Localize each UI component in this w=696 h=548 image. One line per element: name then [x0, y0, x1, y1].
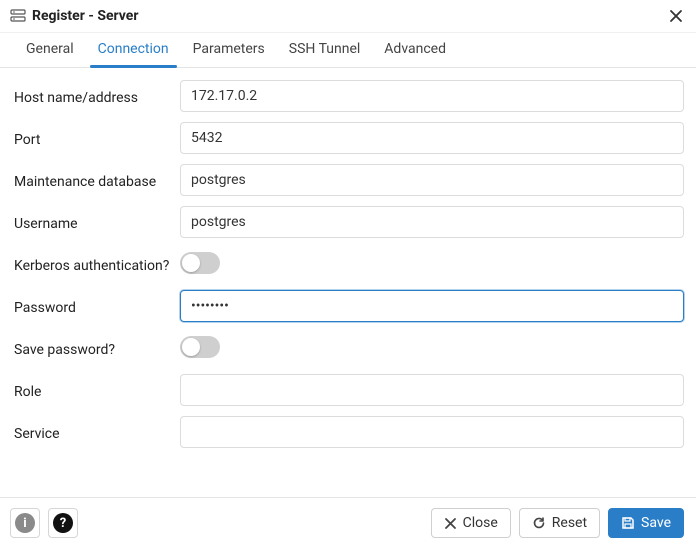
save-icon: [621, 516, 635, 530]
maintenance-db-label: Maintenance database: [14, 164, 180, 192]
dialog-titlebar: Register - Server: [0, 0, 696, 33]
service-label: Service: [14, 416, 180, 444]
server-icon: [10, 8, 26, 24]
question-icon: ?: [53, 513, 73, 533]
port-input[interactable]: [180, 122, 684, 154]
password-label: Password: [14, 290, 180, 318]
reset-icon: [532, 516, 546, 530]
x-icon: [444, 517, 457, 530]
tab-ssh-tunnel[interactable]: SSH Tunnel: [277, 33, 373, 67]
port-label: Port: [14, 122, 180, 150]
close-icon[interactable]: [666, 6, 686, 26]
dialog-footer: i ? Close Reset Save: [0, 497, 696, 548]
save-button[interactable]: Save: [608, 508, 684, 538]
reset-button-label: Reset: [552, 515, 587, 531]
form-body: Host name/address Port Maintenance datab…: [0, 68, 696, 497]
help-button[interactable]: ?: [48, 508, 78, 538]
close-button[interactable]: Close: [431, 508, 511, 538]
role-label: Role: [14, 374, 180, 402]
service-input[interactable]: [180, 416, 684, 448]
maintenance-db-input[interactable]: [180, 164, 684, 196]
info-icon: i: [15, 513, 35, 533]
password-input[interactable]: [180, 290, 684, 322]
host-label: Host name/address: [14, 80, 180, 108]
save-password-toggle[interactable]: [180, 336, 220, 358]
role-input[interactable]: [180, 374, 684, 406]
close-button-label: Close: [463, 515, 498, 531]
username-label: Username: [14, 206, 180, 234]
info-button[interactable]: i: [10, 508, 40, 538]
kerberos-label: Kerberos authentication?: [14, 248, 180, 276]
kerberos-toggle[interactable]: [180, 252, 220, 274]
tab-bar: General Connection Parameters SSH Tunnel…: [0, 33, 696, 68]
dialog-title: Register - Server: [32, 8, 666, 24]
tab-general[interactable]: General: [14, 33, 86, 67]
tab-connection[interactable]: Connection: [86, 33, 181, 67]
host-input[interactable]: [180, 80, 684, 112]
tab-advanced[interactable]: Advanced: [372, 33, 458, 67]
username-input[interactable]: [180, 206, 684, 238]
save-button-label: Save: [641, 515, 671, 531]
tab-parameters[interactable]: Parameters: [181, 33, 277, 67]
save-password-label: Save password?: [14, 332, 180, 360]
reset-button[interactable]: Reset: [519, 508, 600, 538]
